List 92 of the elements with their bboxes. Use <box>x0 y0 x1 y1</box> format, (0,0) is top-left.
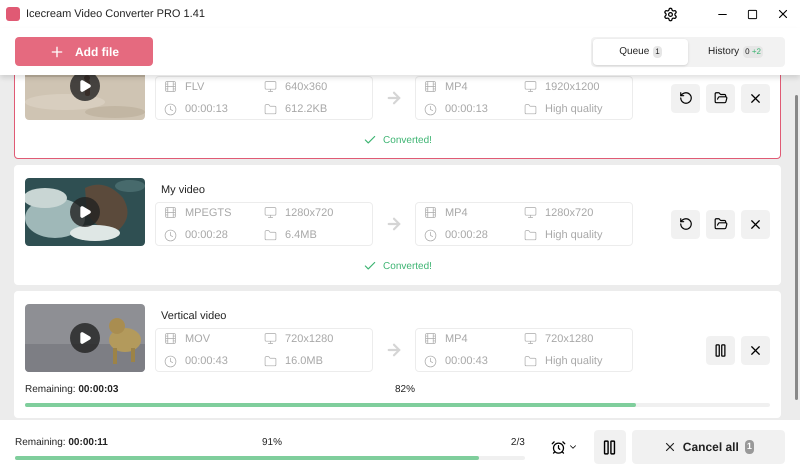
format-text: MOV <box>185 332 210 346</box>
count-badge: 1 <box>653 46 662 58</box>
format-text: MP4 <box>445 80 468 94</box>
play-icon <box>78 205 92 219</box>
tab[interactable]: Queue 1 <box>593 38 688 64</box>
folder-icon <box>264 354 277 368</box>
pause-icon <box>713 342 728 358</box>
remove-button[interactable] <box>741 84 770 112</box>
format-text: MP4 <box>445 206 468 220</box>
clock-icon <box>424 354 437 368</box>
format-text: FLV <box>185 80 204 94</box>
monitor-icon <box>524 332 537 346</box>
undo-icon <box>678 217 692 231</box>
resolution-text: 1280x720 <box>545 206 594 220</box>
duration-text: 00:00:13 <box>185 102 228 117</box>
play-icon <box>78 331 92 345</box>
remove-button[interactable] <box>741 210 770 238</box>
folder-icon <box>524 228 537 242</box>
size-text: 6.4MB <box>285 228 317 243</box>
film-icon <box>424 80 437 94</box>
status-text: Converted! <box>383 260 432 274</box>
pause-button[interactable] <box>706 336 735 364</box>
arrow-icon <box>385 341 403 359</box>
monitor-icon <box>524 206 537 220</box>
film-icon <box>424 332 437 346</box>
tab[interactable]: History 0 +2 <box>688 38 783 64</box>
format-text: MP4 <box>445 332 468 346</box>
percent-text: 91% <box>262 436 284 450</box>
open-folder-button[interactable] <box>706 84 735 112</box>
remove-button[interactable] <box>741 336 770 364</box>
size-text: 612.2KB <box>285 102 328 117</box>
monitor-icon <box>264 80 277 94</box>
undo-icon <box>678 91 692 105</box>
folder-icon <box>524 102 537 116</box>
clock-icon <box>424 102 437 116</box>
alarm-clock-icon <box>550 440 566 454</box>
count-text: 2/3 <box>510 436 525 450</box>
duration-text: 00:00:28 <box>445 228 488 243</box>
resolution-text: 1920x1200 <box>545 80 600 94</box>
pause-all-button[interactable] <box>594 430 626 464</box>
schedule-button[interactable] <box>550 440 578 454</box>
cancel-all-button[interactable]: Cancel all 1 <box>632 430 785 464</box>
open-folder-button[interactable] <box>706 210 735 238</box>
duration-text: 00:00:43 <box>185 354 228 369</box>
clock-icon <box>164 354 177 368</box>
percent-text: 82% <box>395 383 416 397</box>
duration-text: 00:00:28 <box>185 228 228 243</box>
settings-icon[interactable] <box>663 6 678 22</box>
window-title: Icecream Video Converter PRO 1.41 <box>26 6 205 22</box>
scrollbar[interactable] <box>795 95 798 400</box>
format-text: MPEGTS <box>185 206 232 220</box>
resolution-text: 640x360 <box>285 80 328 94</box>
quality-text: High quality <box>545 354 602 369</box>
remaining-text: Remaining: 00:00:03 <box>25 383 120 397</box>
maximize-icon[interactable] <box>747 8 758 20</box>
size-text: 16.0MB <box>285 354 323 369</box>
duration-text: 00:00:43 <box>445 354 488 369</box>
quality-text: High quality <box>545 102 602 117</box>
video-title: My video <box>161 182 206 198</box>
reconvert-button[interactable] <box>671 84 700 112</box>
resolution-text: 1280x720 <box>285 206 334 220</box>
play-icon <box>78 79 92 93</box>
reconvert-button[interactable] <box>671 210 700 238</box>
remaining-text: Remaining: 00:00:11 <box>15 436 109 450</box>
film-icon <box>424 206 437 220</box>
folder-icon <box>524 354 537 368</box>
count-badge: 0 +2 <box>743 46 763 58</box>
count-badge: 1 <box>744 440 754 454</box>
close-icon[interactable] <box>776 7 790 21</box>
resolution-text: 720x1280 <box>285 332 334 346</box>
film-icon <box>164 206 177 220</box>
app-logo-icon <box>6 7 20 21</box>
clock-icon <box>164 228 177 242</box>
folder-open-icon <box>714 217 728 231</box>
clock-icon <box>424 228 437 242</box>
plus-icon <box>49 44 65 60</box>
video-title: Vertical video <box>161 308 226 324</box>
arrow-icon <box>385 215 403 233</box>
folder-icon <box>264 228 277 242</box>
clock-icon <box>164 102 177 116</box>
film-icon <box>164 332 177 346</box>
monitor-icon <box>524 80 537 94</box>
monitor-icon <box>264 332 277 346</box>
monitor-icon <box>264 206 277 220</box>
film-icon <box>164 80 177 94</box>
status-text: Converted! <box>383 134 432 148</box>
folder-open-icon <box>714 91 728 105</box>
resolution-text: 720x1280 <box>545 332 594 346</box>
quality-text: High quality <box>545 228 602 243</box>
folder-icon <box>264 102 277 116</box>
duration-text: 00:00:13 <box>445 102 488 117</box>
arrow-icon <box>385 89 403 107</box>
